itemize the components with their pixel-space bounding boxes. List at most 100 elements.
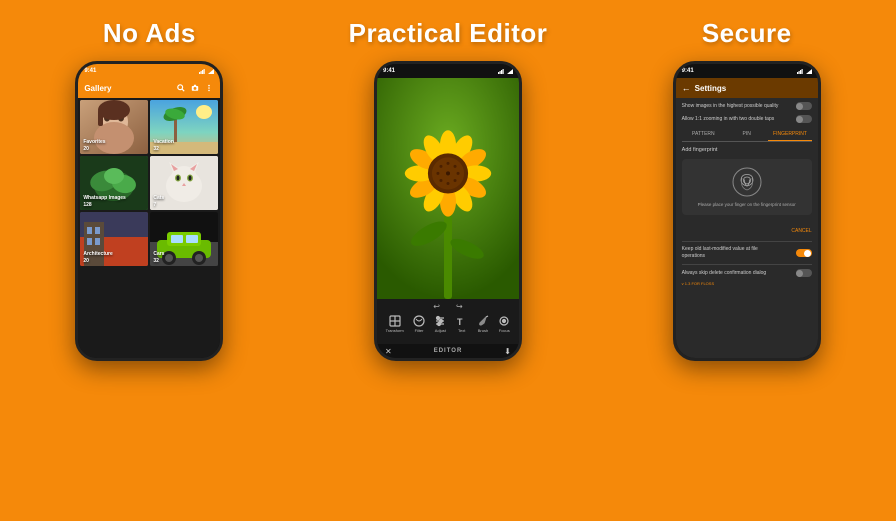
- panel-secure: Secure 9:41 ← Settings Show images in th…: [597, 0, 896, 521]
- filter-label: Filter: [415, 328, 424, 333]
- more-icon[interactable]: [204, 83, 214, 93]
- cancel-row: CANCEL: [682, 219, 812, 237]
- toggle-2[interactable]: [796, 115, 812, 123]
- gallery-cell-cats[interactable]: Cats 7: [150, 156, 218, 210]
- editor-controls: ↩ ↪ Transform: [377, 299, 519, 344]
- filter-tool[interactable]: Filter: [413, 315, 425, 333]
- gallery-cell-favorites[interactable]: Favorites 20: [80, 100, 148, 154]
- settings-content: Show images in the highest possible qual…: [676, 98, 818, 358]
- gallery-cell-vacation[interactable]: Vacation 32: [150, 100, 218, 154]
- setting-text-3: Keep old last-modified value at file ope…: [682, 246, 782, 260]
- discard-button[interactable]: ✕: [385, 347, 392, 356]
- gallery-screen: 9:41 Gallery: [78, 64, 220, 358]
- settings-toolbar: ← Settings: [676, 78, 818, 98]
- setting-text-2: Allow 1:1 zooming in with two double tap…: [682, 116, 775, 123]
- secure-status-icons: [797, 69, 812, 74]
- setting-text-1: Show images in the highest possible qual…: [682, 103, 779, 110]
- text-icon: T: [456, 315, 468, 327]
- text-tool[interactable]: T Text: [456, 315, 468, 333]
- brush-icon: [477, 315, 489, 327]
- secure-status-bar: 9:41: [676, 64, 818, 78]
- wifi-icon: [199, 69, 206, 74]
- setting-row-3: Keep old last-modified value at file ope…: [682, 246, 812, 260]
- gallery-toolbar: Gallery: [78, 78, 220, 98]
- editor-image-area: [377, 78, 519, 299]
- divider-2: [682, 264, 812, 265]
- tools-row: Transform Filter Adjust: [377, 313, 519, 335]
- status-time-gallery: 9:41: [84, 68, 96, 74]
- svg-text:T: T: [457, 317, 463, 327]
- fingerprint-area: Please place your finger on the fingerpr…: [682, 159, 812, 215]
- signal-icon: [208, 69, 214, 74]
- secure-signal-icon: [806, 69, 812, 74]
- toggle-3[interactable]: [796, 249, 812, 257]
- cell-label-whatsapp: Whatsapp Images 128: [83, 195, 126, 208]
- fingerprint-prompt: Please place your finger on the fingerpr…: [698, 202, 796, 207]
- cell-label-favorites: Favorites 20: [83, 139, 105, 152]
- filter-icon: [413, 315, 425, 327]
- transform-icon: [389, 315, 401, 327]
- editor-status-bar: 9:41: [377, 64, 519, 78]
- tab-pin[interactable]: PIN: [725, 128, 768, 141]
- divider-1: [682, 241, 812, 242]
- search-icon[interactable]: [176, 83, 186, 93]
- undo-button[interactable]: ↩: [433, 302, 440, 311]
- setting-row-2: Allow 1:1 zooming in with two double tap…: [682, 115, 812, 123]
- gallery-cell-architecture[interactable]: Architecture 20: [80, 212, 148, 266]
- setting-row-1: Show images in the highest possible qual…: [682, 102, 812, 110]
- gallery-cell-whatsapp[interactable]: Whatsapp Images 128: [80, 156, 148, 210]
- fingerprint-icon: [732, 167, 762, 197]
- focus-label: Focus: [499, 328, 510, 333]
- panel-no-ads: No Ads 9:41 Gallery: [0, 0, 299, 521]
- editor-signal-icon: [507, 69, 513, 74]
- editor-status-icons: [498, 69, 513, 74]
- version-text: v 1.3 FOR FLOSS: [682, 281, 812, 286]
- cancel-button[interactable]: CANCEL: [791, 228, 811, 234]
- settings-title: Settings: [695, 84, 727, 93]
- phone-secure: 9:41 ← Settings Show images in the highe…: [673, 61, 821, 361]
- phone-editor: 9:41: [374, 61, 522, 361]
- setting-row-4: Always skip delete confirmation dialog: [682, 269, 812, 277]
- transform-tool[interactable]: Transform: [386, 315, 404, 333]
- editor-label: EDITOR: [434, 348, 463, 354]
- adjust-label: Adjust: [435, 328, 446, 333]
- toggle-4[interactable]: [796, 269, 812, 277]
- focus-tool[interactable]: Focus: [498, 315, 510, 333]
- tab-pattern[interactable]: PATTERN: [682, 128, 725, 141]
- panel-practical-editor: Practical Editor 9:41: [299, 0, 598, 521]
- add-fingerprint-label: Add fingerprint: [682, 147, 812, 153]
- redo-button[interactable]: ↪: [456, 302, 463, 311]
- cell-label-vacation: Vacation 32: [153, 139, 174, 152]
- editor-bottom-bar: ✕ EDITOR ⬇: [377, 344, 519, 358]
- sunflower-image: [377, 78, 519, 299]
- cell-label-architecture: Architecture 20: [83, 251, 112, 264]
- adjust-icon: [434, 315, 446, 327]
- panel-title-no-ads: No Ads: [103, 18, 196, 49]
- camera-icon[interactable]: [190, 83, 200, 93]
- gallery-grid: Favorites 20: [78, 98, 220, 268]
- gallery-title: Gallery: [84, 84, 172, 93]
- gallery-cell-cars[interactable]: Cars 32: [150, 212, 218, 266]
- panel-title-editor: Practical Editor: [349, 18, 548, 49]
- adjust-tool[interactable]: Adjust: [434, 315, 446, 333]
- focus-icon: [498, 315, 510, 327]
- secure-status-time: 9:41: [682, 68, 694, 74]
- setting-text-4: Always skip delete confirmation dialog: [682, 270, 767, 277]
- tab-fingerprint[interactable]: FINGERPRINT: [768, 128, 811, 141]
- security-tabs: PATTERN PIN FINGERPRINT: [682, 128, 812, 142]
- back-button[interactable]: ←: [682, 83, 691, 93]
- save-button[interactable]: ⬇: [504, 347, 511, 356]
- toggle-1[interactable]: [796, 102, 812, 110]
- transform-label: Transform: [386, 328, 404, 333]
- phone-gallery: 9:41 Gallery: [75, 61, 223, 361]
- cell-label-cats: Cats 7: [153, 195, 164, 208]
- status-bar-gallery: 9:41: [78, 64, 220, 78]
- undo-row: ↩ ↪: [377, 299, 519, 313]
- editor-screen: 9:41: [377, 64, 519, 358]
- cell-label-cars: Cars 32: [153, 251, 164, 264]
- brush-tool[interactable]: Brush: [477, 315, 489, 333]
- brush-label: Brush: [478, 328, 488, 333]
- status-icons-gallery: [199, 69, 214, 74]
- editor-status-time: 9:41: [383, 68, 395, 74]
- secure-screen: 9:41 ← Settings Show images in the highe…: [676, 64, 818, 358]
